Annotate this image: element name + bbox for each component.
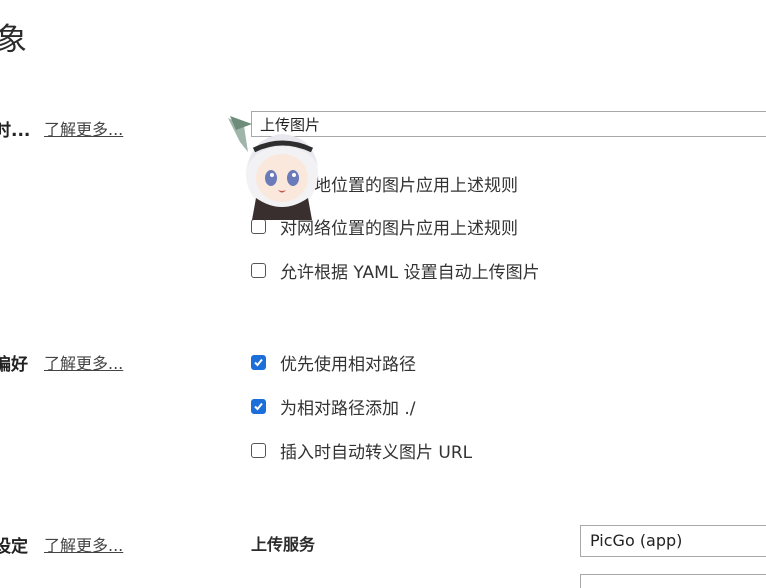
upload-service-select[interactable]: PicGo (app) [580, 525, 766, 557]
option-escape-image-url[interactable]: 插入时自动转义图片 URL [251, 438, 473, 463]
option-auto-upload-yaml[interactable]: 允许根据 YAML 设置自动上传图片 [251, 258, 540, 283]
learn-more-link-path-preference[interactable]: 了解更多... [44, 350, 123, 374]
option-prefer-relative-path[interactable]: 优先使用相对路径 [251, 350, 416, 375]
mascot-sticker-image [228, 116, 318, 220]
checkbox-escape-image-url[interactable] [251, 442, 266, 458]
option-label: 允许根据 YAML 设置自动上传图片 [280, 262, 540, 283]
section-label-path-preference: 偏好 [0, 355, 28, 375]
checkbox-prefer-relative-path[interactable] [251, 354, 266, 370]
checkbox-auto-upload-yaml[interactable] [251, 262, 266, 278]
option-label: 插入时自动转义图片 URL [280, 442, 473, 463]
upload-service-label: 上传服务 [251, 535, 316, 554]
page-title: 象 [0, 22, 28, 58]
section-label-image-insert: 时... [0, 121, 31, 141]
option-label: 为相对路径添加 ./ [280, 398, 416, 419]
option-add-dot-slash[interactable]: 为相对路径添加 ./ [251, 394, 416, 419]
option-label: 优先使用相对路径 [280, 354, 416, 375]
learn-more-link-image-insert[interactable]: 了解更多... [44, 116, 123, 140]
checkbox-add-dot-slash[interactable] [251, 398, 266, 414]
learn-more-link-upload-settings[interactable]: 了解更多... [44, 532, 123, 556]
section-label-upload-settings: 设定 [0, 537, 28, 557]
secondary-select-cropped[interactable] [580, 574, 766, 588]
